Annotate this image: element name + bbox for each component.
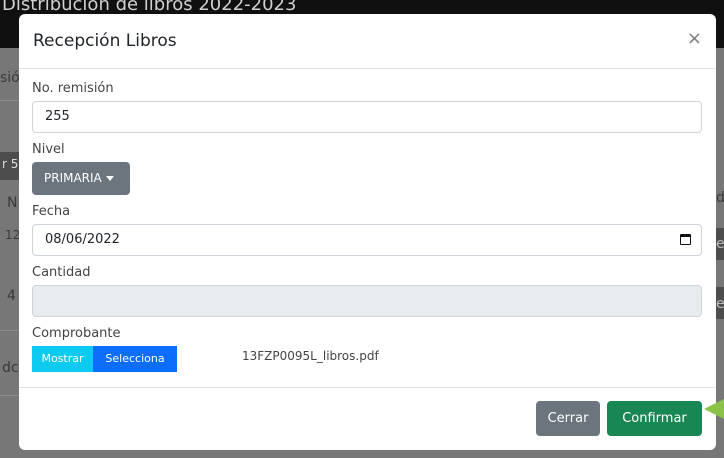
- reception-modal: Recepción Libros × No. remisión 255 Nive…: [19, 14, 716, 450]
- nivel-dropdown[interactable]: PRIMARIA: [32, 162, 130, 195]
- background-fragment: 4: [7, 288, 16, 304]
- calendar-icon[interactable]: [680, 234, 691, 245]
- background-fragment: N: [7, 195, 18, 211]
- background-fragment: e: [716, 236, 724, 252]
- caret-down-icon: [105, 176, 114, 181]
- fecha-label: Fecha: [32, 204, 71, 219]
- file-name: 13FZP0095L_libros.pdf: [242, 349, 379, 363]
- show-file-button[interactable]: Mostrar: [32, 346, 93, 372]
- confirm-button[interactable]: Confirmar: [607, 401, 702, 436]
- background-fragment: e: [716, 296, 724, 312]
- background-divider: [0, 100, 19, 101]
- fecha-value: 08/06/2022: [45, 232, 120, 247]
- background-fragment: dc: [2, 360, 19, 376]
- comprobante-label: Comprobante: [32, 326, 121, 341]
- cantidad-input: [32, 285, 702, 317]
- remision-input[interactable]: 255: [32, 101, 702, 133]
- nivel-label: Nivel: [32, 142, 65, 157]
- modal-footer-divider: [19, 387, 716, 388]
- background-title: Distribución de libros 2022-2023: [2, 0, 297, 15]
- pointer-arrow-icon: [704, 399, 724, 419]
- background-fragment: 12: [5, 228, 21, 242]
- close-icon[interactable]: ×: [687, 30, 702, 48]
- background-fragment: d: [716, 190, 724, 206]
- modal-title: Recepción Libros: [33, 31, 177, 51]
- remision-label: No. remisión: [32, 81, 114, 96]
- background-divider: [0, 330, 19, 331]
- close-button[interactable]: Cerrar: [536, 401, 600, 436]
- background-fragment: sió: [0, 70, 20, 86]
- nivel-selected: PRIMARIA: [44, 171, 102, 185]
- select-file-button[interactable]: Selecciona: [93, 346, 177, 372]
- modal-header: Recepción Libros ×: [19, 14, 716, 69]
- background-fragment: r 5: [2, 157, 19, 171]
- cantidad-label: Cantidad: [32, 265, 91, 280]
- background-divider: [0, 395, 19, 396]
- fecha-input[interactable]: 08/06/2022: [32, 224, 702, 256]
